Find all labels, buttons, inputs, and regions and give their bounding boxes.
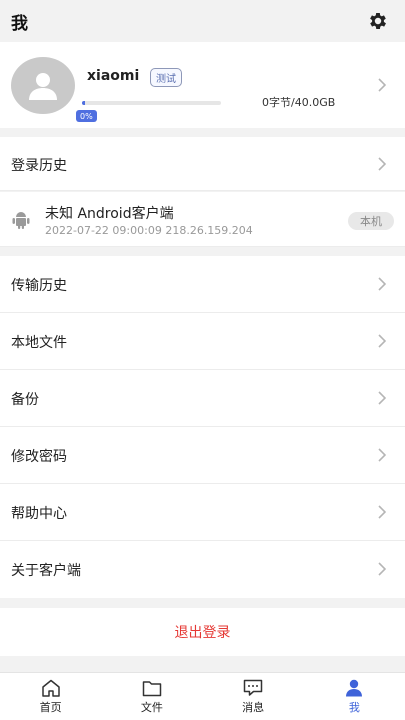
chevron-right-icon (377, 504, 387, 520)
backup-label: 备份 (11, 392, 39, 408)
chevron-right-icon (377, 276, 387, 292)
account-tag: 测试 (150, 68, 182, 87)
username: xiaomi (87, 68, 140, 84)
chevron-right-icon (377, 77, 387, 93)
header: 我 (0, 0, 405, 42)
profile-card[interactable]: xiaomi 测试 0% 0字节/40.0GB (0, 42, 405, 128)
device-item: 未知 Android客户端 2022-07-22 09:00:09 218.26… (0, 192, 405, 247)
gear-icon[interactable] (367, 10, 389, 32)
page-title: 我 (11, 13, 28, 34)
transfer-history-item[interactable]: 传输历史 (0, 256, 405, 313)
tab-files[interactable]: 文件 (101, 673, 202, 720)
backup-item[interactable]: 备份 (0, 370, 405, 427)
person-icon (343, 678, 365, 698)
message-icon (242, 678, 264, 698)
chevron-right-icon (377, 561, 387, 577)
help-center-item[interactable]: 帮助中心 (0, 484, 405, 541)
device-name: 未知 Android客户端 (45, 206, 174, 222)
device-login-meta: 2022-07-22 09:00:09 218.26.159.204 (45, 224, 253, 237)
bottom-tab-bar: 首页 文件 消息 我 (0, 672, 405, 720)
tab-home-label: 首页 (39, 701, 62, 714)
storage-progress-fill (82, 101, 85, 105)
tab-home[interactable]: 首页 (0, 673, 101, 720)
change-password-label: 修改密码 (11, 449, 67, 465)
logout-button[interactable]: 退出登录 (0, 608, 405, 656)
home-icon (40, 678, 62, 698)
storage-progress-bar (82, 101, 221, 105)
about-label: 关于客户端 (11, 563, 81, 579)
tab-me-label: 我 (348, 701, 360, 714)
logout-label: 退出登录 (174, 625, 231, 641)
about-item[interactable]: 关于客户端 (0, 541, 405, 598)
login-history-label: 登录历史 (11, 158, 67, 174)
chevron-right-icon (377, 156, 387, 172)
tab-me[interactable]: 我 (304, 673, 405, 720)
tab-messages-label: 消息 (242, 701, 265, 714)
login-history-item[interactable]: 登录历史 (0, 137, 405, 191)
local-files-item[interactable]: 本地文件 (0, 313, 405, 370)
folder-icon (141, 678, 163, 698)
chevron-right-icon (377, 447, 387, 463)
tab-messages[interactable]: 消息 (203, 673, 304, 720)
chevron-right-icon (377, 390, 387, 406)
chevron-right-icon (377, 333, 387, 349)
current-device-badge: 本机 (348, 212, 394, 230)
local-files-label: 本地文件 (11, 335, 67, 351)
user-avatar-icon (29, 72, 57, 100)
tab-files-label: 文件 (140, 701, 163, 714)
avatar[interactable] (11, 57, 75, 114)
change-password-item[interactable]: 修改密码 (0, 427, 405, 484)
storage-percent-badge: 0% (76, 110, 97, 122)
transfer-history-label: 传输历史 (11, 278, 67, 294)
help-center-label: 帮助中心 (11, 506, 67, 522)
storage-usage-text: 0字节/40.0GB (262, 96, 336, 109)
android-icon (12, 210, 30, 230)
